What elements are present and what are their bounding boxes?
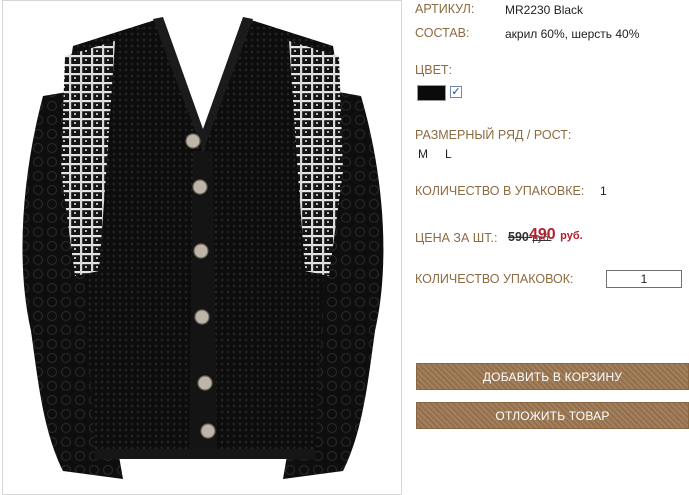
composition-label: СОСТАВ: xyxy=(415,26,470,40)
postpone-button[interactable]: ОТЛОЖИТЬ ТОВАР xyxy=(416,402,689,429)
color-label: ЦВЕТ: xyxy=(415,63,453,77)
new-price-value: 490 xyxy=(529,226,556,243)
checkmark-icon: ✓ xyxy=(451,85,461,98)
old-price-value: 590 xyxy=(508,230,529,244)
color-checkbox[interactable]: ✓ xyxy=(450,86,462,98)
color-swatch-black[interactable] xyxy=(417,85,446,101)
article-value: MR2230 Black xyxy=(505,3,584,17)
size-option-l[interactable]: L xyxy=(445,146,452,162)
add-to-cart-button[interactable]: ДОБАВИТЬ В КОРЗИНУ xyxy=(416,363,689,390)
composition-value: акрил 60%, шерсть 40% xyxy=(505,27,640,41)
new-price-currency: руб. xyxy=(560,230,583,242)
article-label: АРТИКУЛ: xyxy=(415,2,475,16)
pack-qty-label: КОЛИЧЕСТВО В УПАКОВКЕ: xyxy=(415,184,585,198)
pack-qty-value: 1 xyxy=(600,184,607,198)
sizes-label: РАЗМЕРНЫЙ РЯД / РОСТ: xyxy=(415,128,572,142)
size-option-m[interactable]: M xyxy=(418,146,428,162)
packs-label: КОЛИЧЕСТВО УПАКОВОК: xyxy=(415,272,574,286)
cardigan-image xyxy=(22,17,384,479)
price-label: ЦЕНА ЗА ШТ.: xyxy=(415,231,498,245)
packs-quantity-input[interactable] xyxy=(606,270,682,288)
new-price: 490 руб. xyxy=(529,226,583,244)
product-photo[interactable] xyxy=(2,0,402,495)
